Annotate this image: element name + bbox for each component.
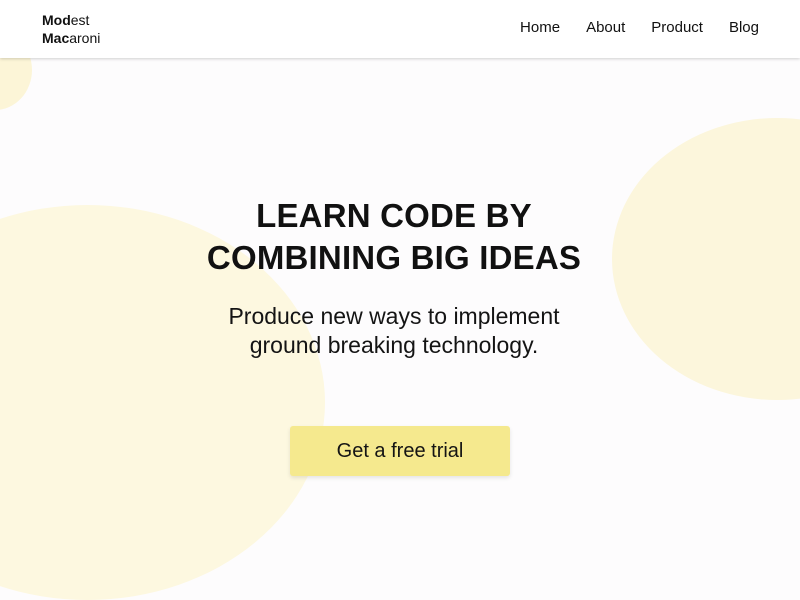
hero-subheading: Produce new ways to implement ground bre…	[150, 302, 638, 360]
main-nav: Home About Product Blog	[520, 19, 759, 37]
hero-headline-line-2: COMBINING BIG IDEAS	[206, 239, 582, 276]
landing-page: Modest Macaroni Home About Product Blog …	[0, 0, 800, 600]
nav-link-about[interactable]: About	[586, 19, 625, 37]
site-header: Modest Macaroni Home About Product Blog	[0, 0, 800, 58]
brand-logo-rest-1: est	[70, 12, 90, 28]
hero-subheading-line-1: Produce new ways to implement	[228, 303, 560, 329]
brand-logo-bold-2: Mac	[42, 30, 70, 46]
hero-headline-line-1: LEARN CODE BY	[256, 197, 532, 234]
hero-subheading-line-2: ground breaking technology.	[249, 332, 539, 358]
brand-logo-bold-1: Mod	[42, 12, 71, 28]
hero-section: LEARN CODE BY COMBINING BIG IDEAS Produc…	[0, 0, 800, 600]
hero-headline: LEARN CODE BY COMBINING BIG IDEAS	[150, 195, 638, 279]
nav-link-home[interactable]: Home	[520, 19, 560, 37]
nav-link-blog[interactable]: Blog	[729, 19, 759, 37]
brand-logo-line-2: Macaroni	[42, 29, 100, 47]
free-trial-button[interactable]: Get a free trial	[290, 426, 510, 476]
brand-logo-rest-2: aroni	[69, 30, 101, 46]
brand-logo[interactable]: Modest Macaroni	[42, 11, 100, 47]
brand-logo-line-1: Modest	[42, 11, 100, 29]
nav-link-product[interactable]: Product	[651, 19, 703, 37]
